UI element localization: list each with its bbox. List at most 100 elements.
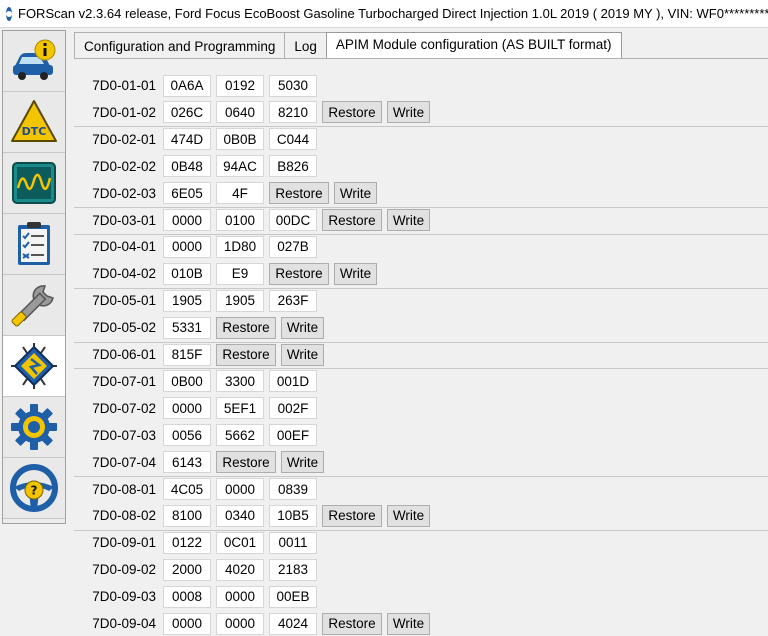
sidebar-item-help[interactable]: ? xyxy=(3,458,65,519)
write-button[interactable]: Write xyxy=(387,209,430,231)
write-button[interactable]: Write xyxy=(387,101,430,124)
hex-value-field[interactable]: 0A6A xyxy=(163,74,211,97)
hex-value-field[interactable]: 0100 xyxy=(216,209,264,231)
config-row: 7D0-04-01 0000 1D80 027B xyxy=(74,234,317,259)
row-address-label: 7D0-03-01 xyxy=(92,212,156,228)
hex-value-field[interactable]: 0839 xyxy=(269,478,317,500)
row-address-label: 7D0-04-01 xyxy=(92,239,156,255)
hex-value-field[interactable]: 6E05 xyxy=(163,182,211,205)
hex-value-field[interactable]: 026C xyxy=(163,101,211,124)
tab-log[interactable]: Log xyxy=(284,32,327,58)
restore-button[interactable]: Restore xyxy=(322,612,382,635)
hex-value-field[interactable]: 0640 xyxy=(216,101,264,124)
tab-configuration-programming[interactable]: Configuration and Programming xyxy=(74,32,286,58)
hex-value-field[interactable]: 0C01 xyxy=(216,531,264,554)
sidebar-item-dtc[interactable]: DTC xyxy=(3,92,65,153)
hex-value-field[interactable]: 0000 xyxy=(163,235,211,258)
help-icon-label: ? xyxy=(31,484,38,498)
hex-value-field[interactable]: 0000 xyxy=(216,585,264,608)
restore-button[interactable]: Restore xyxy=(216,451,276,474)
sidebar-item-settings[interactable] xyxy=(3,397,65,458)
config-row: 7D0-07-01 0B00 3300 001D xyxy=(74,369,317,394)
hex-value-field[interactable]: 5030 xyxy=(269,74,317,97)
hex-value-field[interactable]: 1905 xyxy=(163,289,211,312)
restore-button[interactable]: Restore xyxy=(216,343,276,366)
hex-value-field[interactable]: 0B48 xyxy=(163,155,211,178)
hex-value-field[interactable]: 0B00 xyxy=(163,370,211,393)
config-row: 7D0-02-01 474D 0B0B C044 xyxy=(74,127,317,152)
config-row: 7D0-02-03 6E05 4F Restore Write xyxy=(74,181,377,206)
hex-value-field[interactable]: 4020 xyxy=(216,558,264,581)
write-button[interactable]: Write xyxy=(334,262,377,285)
write-button[interactable]: Write xyxy=(334,182,377,205)
sidebar-item-oscilloscope[interactable] xyxy=(3,153,65,214)
hex-value-field[interactable]: 0000 xyxy=(216,478,264,500)
hex-value-field[interactable]: 002F xyxy=(269,397,317,420)
restore-button[interactable]: Restore xyxy=(322,209,382,231)
hex-value-field[interactable]: 0000 xyxy=(163,397,211,420)
hex-value-field[interactable]: 1905 xyxy=(216,289,264,312)
hex-value-field[interactable]: 027B xyxy=(269,235,317,258)
hex-value-field[interactable]: 00DC xyxy=(269,209,317,231)
dtc-warning-icon: DTC xyxy=(11,100,57,142)
hex-value-field[interactable]: 4C05 xyxy=(163,478,211,500)
restore-button[interactable]: Restore xyxy=(322,504,382,527)
write-button[interactable]: Write xyxy=(387,612,430,635)
hex-value-field[interactable]: E9 xyxy=(216,262,264,285)
row-address-label: 7D0-01-02 xyxy=(92,104,156,120)
hex-value-field[interactable]: 4F xyxy=(216,182,264,205)
hex-value-field[interactable]: 815F xyxy=(163,343,211,366)
hex-value-field[interactable]: C044 xyxy=(269,128,317,151)
config-row: 7D0-05-01 1905 1905 263F xyxy=(74,288,317,313)
hex-value-field[interactable]: 0122 xyxy=(163,531,211,554)
sidebar-item-service[interactable] xyxy=(3,275,65,336)
row-address-label: 7D0-02-03 xyxy=(92,185,156,201)
hex-value-field[interactable]: 1D80 xyxy=(216,235,264,258)
hex-value-field[interactable]: 001D xyxy=(269,370,317,393)
hex-value-field[interactable]: 010B xyxy=(163,262,211,285)
hex-value-field[interactable]: 00EB xyxy=(269,585,317,608)
hex-value-field[interactable]: 8100 xyxy=(163,504,211,527)
restore-button[interactable]: Restore xyxy=(216,316,276,339)
hex-value-field[interactable]: 0B0B xyxy=(216,128,264,151)
hex-value-field[interactable]: B826 xyxy=(269,155,317,178)
sidebar-item-configuration[interactable] xyxy=(3,336,65,397)
write-button[interactable]: Write xyxy=(387,504,430,527)
write-button[interactable]: Write xyxy=(281,343,324,366)
config-row: 7D0-03-01 0000 0100 00DC Restore Write xyxy=(74,208,430,233)
hex-value-field[interactable]: 8210 xyxy=(269,101,317,124)
hex-value-field[interactable]: 0340 xyxy=(216,504,264,527)
restore-button[interactable]: Restore xyxy=(322,101,382,124)
hex-value-field[interactable]: 474D xyxy=(163,128,211,151)
hex-value-field[interactable]: 2183 xyxy=(269,558,317,581)
write-button[interactable]: Write xyxy=(281,451,324,474)
hex-value-field[interactable]: 0056 xyxy=(163,424,211,447)
tab-apim-as-built[interactable]: APIM Module configuration (AS BUILT form… xyxy=(325,32,622,58)
hex-value-field[interactable]: 263F xyxy=(269,289,317,312)
write-button[interactable]: Write xyxy=(281,316,324,339)
hex-value-field[interactable]: 0192 xyxy=(216,74,264,97)
checklist-icon xyxy=(18,222,50,265)
hex-value-field[interactable]: 6143 xyxy=(163,451,211,474)
hex-value-field[interactable]: 0000 xyxy=(163,209,211,231)
hex-value-field[interactable]: 00EF xyxy=(269,424,317,447)
hex-value-field[interactable]: 5662 xyxy=(216,424,264,447)
hex-value-field[interactable]: 5EF1 xyxy=(216,397,264,420)
hex-value-field[interactable]: 10B5 xyxy=(269,504,317,527)
hex-value-field[interactable]: 94AC xyxy=(216,155,264,178)
hex-value-field[interactable]: 2000 xyxy=(163,558,211,581)
restore-button[interactable]: Restore xyxy=(269,182,329,205)
hex-value-field[interactable]: 0000 xyxy=(163,612,211,635)
row-address-label: 7D0-08-02 xyxy=(92,508,156,524)
hex-value-field[interactable]: 0011 xyxy=(269,531,317,554)
hex-value-field[interactable]: 5331 xyxy=(163,316,211,339)
config-row: 7D0-01-02 026C 0640 8210 Restore Write xyxy=(74,100,430,125)
hex-value-field[interactable]: 0000 xyxy=(216,612,264,635)
sidebar-item-vehicle-info[interactable] xyxy=(3,31,65,92)
hex-value-field[interactable]: 3300 xyxy=(216,370,264,393)
hex-value-field[interactable]: 0008 xyxy=(163,585,211,608)
restore-button[interactable]: Restore xyxy=(269,262,329,285)
row-address-label: 7D0-08-01 xyxy=(92,481,156,497)
sidebar-item-tests[interactable] xyxy=(3,214,65,275)
hex-value-field[interactable]: 4024 xyxy=(269,612,317,635)
